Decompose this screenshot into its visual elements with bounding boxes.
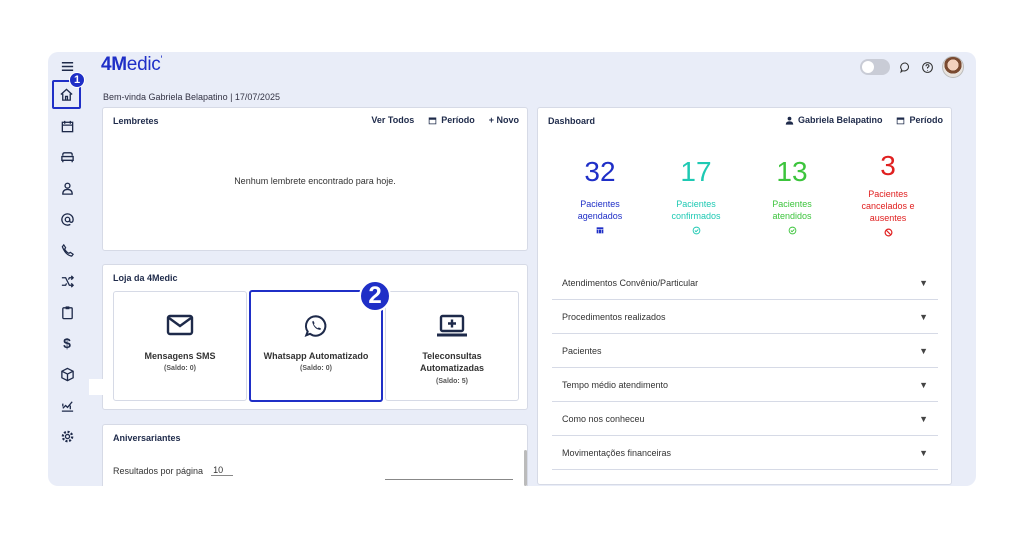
accordion-atendimentos[interactable]: Atendimentos Convênio/Particular ▼ bbox=[552, 266, 938, 300]
laptop-plus-icon bbox=[437, 314, 467, 337]
chevron-down-icon: ▼ bbox=[919, 277, 928, 288]
sidebar-item-calls[interactable] bbox=[55, 239, 79, 261]
phone-icon bbox=[61, 243, 74, 257]
avatar[interactable] bbox=[942, 56, 964, 78]
reminders-title: Lembretes bbox=[113, 116, 159, 126]
user-icon bbox=[61, 182, 73, 195]
sidebar-item-analytics[interactable] bbox=[55, 394, 79, 416]
store-item-label: Teleconsultas Automatizadas bbox=[419, 351, 484, 373]
sidebar-item-calendar[interactable] bbox=[55, 115, 79, 137]
stat-agendados[interactable]: 32 Pacientes agendados bbox=[555, 156, 645, 236]
chart-icon bbox=[61, 400, 73, 412]
store-card: Loja da 4Medic Mensagens SMS (Saldo: 0) … bbox=[102, 264, 528, 410]
birthdays-card: Aniversariantes Resultados por página 10 bbox=[102, 424, 528, 486]
chevron-down-icon: ▼ bbox=[919, 311, 928, 322]
sidebar-item-products[interactable] bbox=[55, 363, 79, 385]
envelope-icon bbox=[166, 314, 194, 336]
stat-value: 32 bbox=[584, 156, 616, 187]
accordion-movimentacoes[interactable]: Movimentações financeiras ▼ bbox=[552, 436, 938, 470]
welcome-text: Bem-vinda Gabriela Belapatino | 17/07/20… bbox=[103, 92, 280, 102]
help-icon[interactable] bbox=[920, 60, 934, 74]
whatsapp-icon bbox=[304, 315, 327, 337]
store-item-balance: (Saldo: 5) bbox=[436, 378, 468, 385]
dashboard-title: Dashboard bbox=[548, 116, 596, 126]
at-icon bbox=[60, 212, 74, 226]
sidebar-item-shuffle[interactable] bbox=[55, 270, 79, 292]
chevron-down-icon: ▼ bbox=[919, 447, 928, 458]
check-circle-icon bbox=[747, 226, 837, 237]
box-icon bbox=[60, 367, 74, 381]
store-item-sms[interactable]: Mensagens SMS (Saldo: 0) bbox=[113, 291, 247, 401]
dashboard-card: Dashboard Gabriela Belapatino Período 32… bbox=[537, 107, 952, 485]
gear-icon bbox=[61, 430, 73, 442]
scrollbar[interactable] bbox=[524, 450, 527, 486]
stat-cancelados[interactable]: 3 Pacientes cancelados e ausentes bbox=[843, 150, 933, 239]
chat-icon[interactable] bbox=[898, 60, 912, 74]
stat-value: 3 bbox=[880, 150, 896, 181]
stat-confirmados[interactable]: 17 Pacientes confirmados bbox=[651, 156, 741, 237]
stat-value: 13 bbox=[776, 156, 808, 187]
user-icon bbox=[785, 116, 794, 125]
step-badge-2: 2 bbox=[359, 280, 391, 312]
sidebar-item-finance[interactable]: $ bbox=[55, 332, 79, 354]
new-reminder-button[interactable]: + Novo bbox=[489, 115, 519, 125]
calendar-icon bbox=[897, 117, 905, 124]
calendar-icon bbox=[428, 117, 437, 124]
shuffle-icon bbox=[61, 274, 74, 288]
chevron-down-icon: ▼ bbox=[919, 413, 928, 424]
dashboard-user-filter[interactable]: Gabriela Belapatino bbox=[785, 115, 882, 125]
home-icon bbox=[60, 88, 73, 101]
step-badge-1: 1 bbox=[69, 72, 85, 88]
store-title: Loja da 4Medic bbox=[113, 273, 178, 283]
theme-toggle[interactable] bbox=[860, 59, 890, 75]
results-per-page-select[interactable]: 10 bbox=[211, 465, 234, 476]
reminders-card: Lembretes Ver Todos Período + Novo Nenhu… bbox=[102, 107, 528, 251]
results-per-page-label: Resultados por página bbox=[113, 465, 204, 476]
results-per-page: Resultados por página 10 bbox=[113, 465, 234, 476]
accordion-tempo-medio[interactable]: Tempo médio atendimento ▼ bbox=[552, 368, 938, 402]
check-circle-icon bbox=[651, 226, 741, 237]
sofa-icon bbox=[60, 151, 74, 162]
clipboard-icon bbox=[61, 305, 73, 319]
accordion-pacientes[interactable]: Pacientes ▼ bbox=[552, 334, 938, 368]
accordion-como-nos-conheceu[interactable]: Como nos conheceu ▼ bbox=[552, 402, 938, 436]
sidebar-item-clipboard[interactable] bbox=[55, 301, 79, 323]
sidebar: 1 $ bbox=[48, 52, 86, 486]
empty-reminders-message: Nenhum lembrete encontrado para hoje. bbox=[234, 176, 396, 186]
chevron-down-icon: ▼ bbox=[919, 345, 928, 356]
store-item-balance: (Saldo: 0) bbox=[164, 365, 196, 372]
stat-atendidos[interactable]: 13 Pacientes atendidos bbox=[747, 156, 837, 237]
store-item-label: Mensagens SMS bbox=[144, 351, 216, 361]
overlay-strip bbox=[89, 379, 113, 395]
accordion-procedimentos[interactable]: Procedimentos realizados ▼ bbox=[552, 300, 938, 334]
sidebar-item-waiting-room[interactable] bbox=[55, 146, 79, 168]
stat-value: 17 bbox=[680, 156, 712, 187]
birthdays-search-input[interactable] bbox=[385, 479, 513, 480]
ban-icon bbox=[843, 228, 933, 239]
store-item-balance: (Saldo: 0) bbox=[300, 365, 332, 372]
dashboard-period-button[interactable]: Período bbox=[896, 115, 943, 125]
sidebar-item-patients[interactable] bbox=[55, 177, 79, 199]
store-item-teleconsultas[interactable]: Teleconsultas Automatizadas (Saldo: 5) bbox=[385, 291, 519, 401]
sidebar-item-messages[interactable] bbox=[55, 208, 79, 230]
calendar-icon bbox=[555, 226, 645, 236]
store-item-label: Whatsapp Automatizado bbox=[263, 351, 369, 361]
chevron-down-icon: ▼ bbox=[919, 379, 928, 390]
app-window: 1 $ 4Medic' Bem-vinda Gabriela Belapatin… bbox=[48, 52, 976, 486]
sidebar-item-settings[interactable] bbox=[55, 425, 79, 447]
birthdays-title: Aniversariantes bbox=[113, 433, 181, 443]
app-logo[interactable]: 4Medic' bbox=[101, 54, 162, 76]
reminders-period-button[interactable]: Período bbox=[428, 115, 475, 125]
view-all-link[interactable]: Ver Todos bbox=[371, 115, 414, 125]
calendar-icon bbox=[61, 120, 73, 132]
header-actions bbox=[860, 56, 964, 78]
dollar-icon: $ bbox=[63, 335, 71, 351]
